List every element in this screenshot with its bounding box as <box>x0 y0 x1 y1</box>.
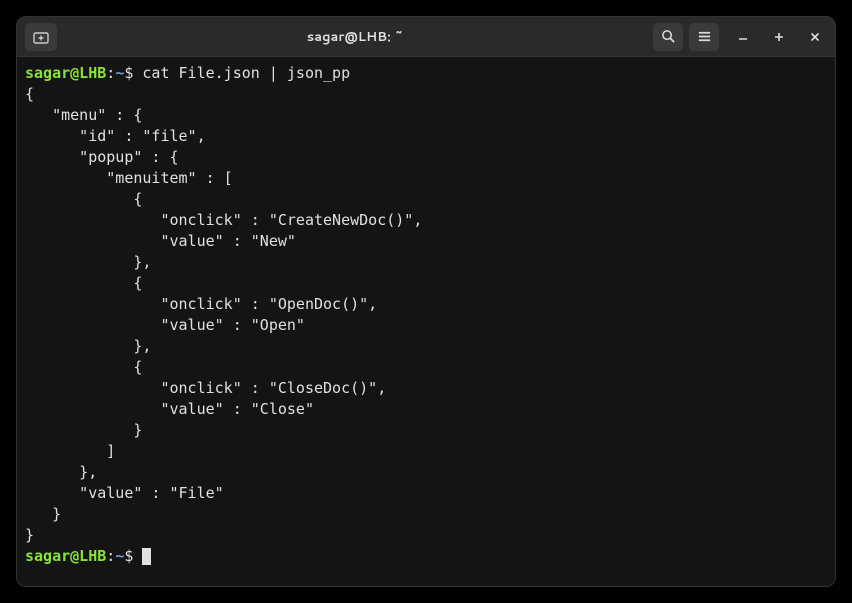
prompt-dollar-2: $ <box>124 547 142 565</box>
maximize-icon <box>774 32 784 42</box>
search-button[interactable] <box>653 23 683 51</box>
new-tab-button[interactable] <box>25 23 57 51</box>
menu-button[interactable] <box>689 23 719 51</box>
close-icon <box>810 32 820 42</box>
title-bar-left <box>25 23 57 51</box>
new-tab-icon <box>33 30 49 44</box>
terminal-window: sagar@LHB: ~ <box>16 16 836 587</box>
minimize-button[interactable] <box>731 25 755 49</box>
window-title: sagar@LHB: ~ <box>57 28 653 46</box>
maximize-button[interactable] <box>767 25 791 49</box>
prompt-colon-2: : <box>106 547 115 565</box>
prompt-user-host: sagar@LHB <box>25 64 106 82</box>
prompt-dollar: $ <box>124 64 142 82</box>
command-text: cat File.json | json_pp <box>142 64 350 82</box>
title-bar: sagar@LHB: ~ <box>17 17 835 57</box>
search-icon <box>661 29 676 44</box>
cursor <box>142 548 151 565</box>
prompt-path-2: ~ <box>115 547 124 565</box>
prompt-user-host-2: sagar@LHB <box>25 547 106 565</box>
terminal-body[interactable]: sagar@LHB:~$ cat File.json | json_pp { "… <box>17 57 835 586</box>
minimize-icon <box>738 32 748 42</box>
close-button[interactable] <box>803 25 827 49</box>
title-bar-right <box>653 23 827 51</box>
hamburger-icon <box>697 29 712 44</box>
command-output: { "menu" : { "id" : "file", "popup" : { … <box>25 85 422 544</box>
prompt-path: ~ <box>115 64 124 82</box>
prompt-colon: : <box>106 64 115 82</box>
